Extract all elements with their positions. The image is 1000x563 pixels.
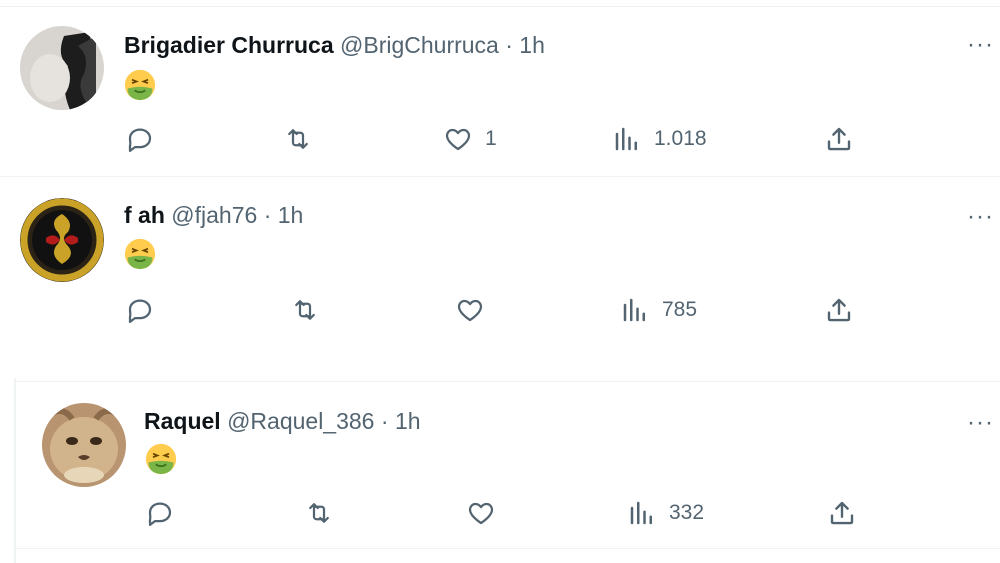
separator-dot: · xyxy=(505,32,513,58)
display-name[interactable]: f ah xyxy=(124,202,165,228)
display-name[interactable]: Brigadier Churruca xyxy=(124,32,334,58)
tweet[interactable]: Brigadier Churruca @BrigChurruca · 1h ··… xyxy=(0,0,1000,176)
heart-icon xyxy=(445,128,471,151)
more-options-icon[interactable]: ··· xyxy=(967,411,994,435)
share-icon xyxy=(830,501,854,525)
separator-dot: · xyxy=(263,202,272,228)
retweet-button[interactable] xyxy=(283,124,325,154)
timestamp[interactable]: 1h xyxy=(519,32,545,58)
retweet-button[interactable] xyxy=(290,295,332,325)
more-options-icon[interactable]: ··· xyxy=(967,33,994,57)
heart-icon xyxy=(457,299,483,322)
view-count: 1.018 xyxy=(654,127,707,150)
user-handle[interactable]: @fjah76 xyxy=(171,202,257,228)
retweet-icon xyxy=(309,503,329,523)
separator-dot: · xyxy=(380,408,389,434)
more-options-icon[interactable]: ··· xyxy=(967,205,994,229)
share-icon xyxy=(827,127,851,151)
timestamp[interactable]: 1h xyxy=(278,202,304,228)
share-button[interactable] xyxy=(824,295,854,325)
reply-button[interactable] xyxy=(125,295,167,325)
reply-icon xyxy=(128,299,152,323)
analytics-icon xyxy=(630,501,652,525)
views-button[interactable]: 785 xyxy=(620,295,697,325)
avatar[interactable] xyxy=(42,403,126,487)
tweet[interactable]: Raquel @Raquel_386 · 1h ··· 332 xyxy=(0,382,1000,548)
timestamp[interactable]: 1h xyxy=(395,408,421,434)
nauseated-face-emoji xyxy=(145,443,177,475)
tweet-header: Brigadier Churruca @BrigChurruca · 1h xyxy=(124,30,545,60)
like-button[interactable] xyxy=(455,295,497,325)
display-name[interactable]: Raquel xyxy=(144,408,221,434)
reply-button[interactable] xyxy=(145,498,187,528)
retweet-icon xyxy=(288,129,308,149)
tweet-divider xyxy=(14,548,1000,549)
retweet-button[interactable] xyxy=(304,498,346,528)
retweet-icon xyxy=(295,300,315,320)
avatar[interactable] xyxy=(20,26,104,110)
views-button[interactable]: 332 xyxy=(627,498,704,528)
share-icon xyxy=(827,298,851,322)
share-button[interactable] xyxy=(827,498,857,528)
analytics-icon xyxy=(623,298,645,322)
heart-icon xyxy=(468,502,494,525)
tweet-header: f ah @fjah76 · 1h xyxy=(124,200,303,230)
tweet-header: Raquel @Raquel_386 · 1h xyxy=(144,406,421,436)
share-button[interactable] xyxy=(824,124,854,154)
views-button[interactable]: 1.018 xyxy=(612,124,707,154)
view-count: 785 xyxy=(662,298,698,321)
like-button[interactable] xyxy=(466,498,508,528)
like-button[interactable]: 1 xyxy=(443,124,497,154)
tweet[interactable]: f ah @fjah76 · 1h ··· 785 xyxy=(0,177,1000,381)
nauseated-face-emoji xyxy=(124,238,156,270)
user-handle[interactable]: @Raquel_386 xyxy=(227,408,374,434)
analytics-icon xyxy=(615,127,637,151)
reply-icon xyxy=(128,128,152,152)
reply-icon xyxy=(148,502,172,526)
like-count: 1 xyxy=(485,127,497,150)
nauseated-face-emoji xyxy=(124,69,156,101)
reply-button[interactable] xyxy=(125,124,167,154)
avatar[interactable] xyxy=(20,198,104,282)
user-handle[interactable]: @BrigChurruca xyxy=(340,32,499,58)
view-count: 332 xyxy=(669,501,705,524)
